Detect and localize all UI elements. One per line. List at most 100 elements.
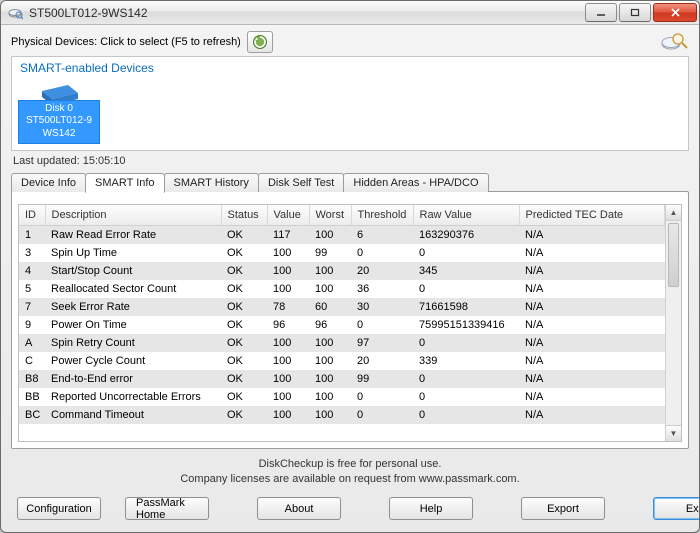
col-id[interactable]: ID xyxy=(19,205,45,226)
window-controls xyxy=(583,3,697,22)
maximize-button[interactable] xyxy=(619,3,651,22)
cell-raw: 0 xyxy=(413,406,519,424)
cell-id: C xyxy=(19,352,45,370)
cell-tec: N/A xyxy=(519,388,665,406)
cell-threshold: 0 xyxy=(351,388,413,406)
cell-value: 96 xyxy=(267,316,309,334)
table-row[interactable]: CPower Cycle CountOK10010020339N/A xyxy=(19,352,665,370)
cell-value: 100 xyxy=(267,388,309,406)
tab-disk-self-test[interactable]: Disk Self Test xyxy=(258,173,344,192)
footer-line1: DiskCheckup is free for personal use. xyxy=(1,457,699,472)
cell-raw: 345 xyxy=(413,262,519,280)
cell-worst: 60 xyxy=(309,298,351,316)
table-row[interactable]: 9Power On TimeOK9696075995151339416N/A xyxy=(19,316,665,334)
table-row[interactable]: 4Start/Stop CountOK10010020345N/A xyxy=(19,262,665,280)
table-row[interactable]: 5Reallocated Sector CountOK100100360N/A xyxy=(19,280,665,298)
tab-device-info[interactable]: Device Info xyxy=(11,173,86,192)
cell-desc: Spin Retry Count xyxy=(45,334,221,352)
device-line1: Disk 0 xyxy=(21,103,97,116)
scroll-down-icon[interactable]: ▼ xyxy=(666,425,681,441)
cell-raw: 339 xyxy=(413,352,519,370)
cell-raw: 75995151339416 xyxy=(413,316,519,334)
col-description[interactable]: Description xyxy=(45,205,221,226)
cell-tec: N/A xyxy=(519,370,665,388)
exit-button[interactable]: Exit xyxy=(653,497,700,520)
cell-worst: 100 xyxy=(309,334,351,352)
inspect-icon[interactable] xyxy=(659,30,689,54)
cell-worst: 100 xyxy=(309,388,351,406)
col-raw[interactable]: Raw Value xyxy=(413,205,519,226)
cell-tec: N/A xyxy=(519,226,665,245)
col-status[interactable]: Status xyxy=(221,205,267,226)
cell-desc: Spin Up Time xyxy=(45,244,221,262)
table-row[interactable]: 1Raw Read Error RateOK1171006163290376N/… xyxy=(19,226,665,245)
table-row[interactable]: BBReported Uncorrectable ErrorsOK1001000… xyxy=(19,388,665,406)
device-tile[interactable]: Disk 0 ST500LT012-9 WS142 xyxy=(18,100,100,145)
cell-status: OK xyxy=(221,370,267,388)
cell-raw: 0 xyxy=(413,280,519,298)
cell-desc: Command Timeout xyxy=(45,406,221,424)
scroll-thumb[interactable] xyxy=(668,223,679,287)
passmark-home-button[interactable]: PassMark Home xyxy=(125,497,209,520)
cell-tec: N/A xyxy=(519,316,665,334)
about-button[interactable]: About xyxy=(257,497,341,520)
physical-devices-label: Physical Devices: Click to select (F5 to… xyxy=(11,36,241,48)
cell-desc: Start/Stop Count xyxy=(45,262,221,280)
devices-panel: SMART-enabled Devices Disk 0 ST500LT012-… xyxy=(11,56,689,151)
cell-raw: 0 xyxy=(413,244,519,262)
cell-id: 3 xyxy=(19,244,45,262)
cell-worst: 100 xyxy=(309,352,351,370)
table-row[interactable]: 3Spin Up TimeOK1009900N/A xyxy=(19,244,665,262)
help-button[interactable]: Help xyxy=(389,497,473,520)
configuration-button[interactable]: Configuration xyxy=(17,497,101,520)
col-tec[interactable]: Predicted TEC Date xyxy=(519,205,665,226)
table-row[interactable]: B8End-to-End errorOK100100990N/A xyxy=(19,370,665,388)
devices-panel-title: SMART-enabled Devices xyxy=(20,61,680,75)
app-icon xyxy=(7,5,23,21)
col-threshold[interactable]: Threshold xyxy=(351,205,413,226)
close-button[interactable] xyxy=(653,3,697,22)
export-button[interactable]: Export xyxy=(521,497,605,520)
cell-value: 100 xyxy=(267,406,309,424)
device-line3: WS142 xyxy=(21,128,97,141)
cell-tec: N/A xyxy=(519,406,665,424)
cell-tec: N/A xyxy=(519,298,665,316)
tab-smart-history[interactable]: SMART History xyxy=(164,173,259,192)
cell-raw: 0 xyxy=(413,370,519,388)
cell-worst: 96 xyxy=(309,316,351,334)
last-updated: Last updated: 15:05:10 xyxy=(1,155,699,171)
cell-threshold: 97 xyxy=(351,334,413,352)
table-row[interactable]: 7Seek Error RateOK78603071661598N/A xyxy=(19,298,665,316)
cell-threshold: 20 xyxy=(351,262,413,280)
cell-desc: Seek Error Rate xyxy=(45,298,221,316)
cell-value: 78 xyxy=(267,298,309,316)
table-row[interactable]: ASpin Retry CountOK100100970N/A xyxy=(19,334,665,352)
tab-smart-info[interactable]: SMART Info xyxy=(85,173,165,193)
cell-threshold: 99 xyxy=(351,370,413,388)
minimize-button[interactable] xyxy=(585,3,617,22)
cell-tec: N/A xyxy=(519,352,665,370)
tab-hidden-areas[interactable]: Hidden Areas - HPA/DCO xyxy=(343,173,488,192)
window-title: ST500LT012-9WS142 xyxy=(29,6,577,20)
cell-status: OK xyxy=(221,280,267,298)
cell-status: OK xyxy=(221,334,267,352)
cell-id: 4 xyxy=(19,262,45,280)
scroll-up-icon[interactable]: ▲ xyxy=(666,205,681,221)
cell-desc: Reported Uncorrectable Errors xyxy=(45,388,221,406)
table-row[interactable]: BCCommand TimeoutOK10010000N/A xyxy=(19,406,665,424)
cell-value: 117 xyxy=(267,226,309,245)
vertical-scrollbar[interactable]: ▲ ▼ xyxy=(665,205,681,441)
cell-worst: 99 xyxy=(309,244,351,262)
cell-id: 9 xyxy=(19,316,45,334)
cell-status: OK xyxy=(221,316,267,334)
button-row: Configuration PassMark Home About Help E… xyxy=(1,491,699,532)
col-worst[interactable]: Worst xyxy=(309,205,351,226)
table-header-row: ID Description Status Value Worst Thresh… xyxy=(19,205,665,226)
col-value[interactable]: Value xyxy=(267,205,309,226)
cell-worst: 100 xyxy=(309,370,351,388)
last-updated-value: 15:05:10 xyxy=(83,155,126,167)
cell-status: OK xyxy=(221,262,267,280)
cell-status: OK xyxy=(221,352,267,370)
scroll-track[interactable] xyxy=(666,221,681,425)
refresh-button[interactable] xyxy=(247,31,273,53)
